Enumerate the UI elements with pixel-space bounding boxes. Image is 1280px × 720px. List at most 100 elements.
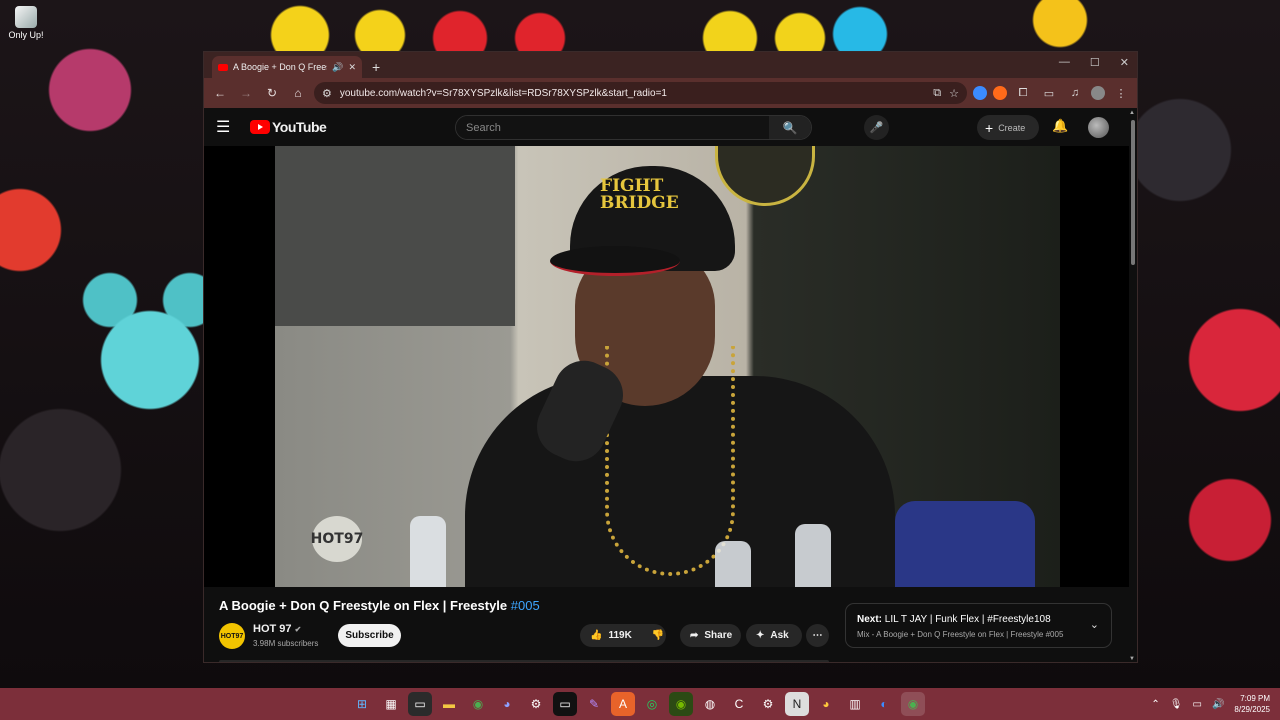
- video-water-bottle: [410, 516, 446, 587]
- display-tray-icon[interactable]: ▭: [1193, 699, 1202, 710]
- create-button[interactable]: + Create: [977, 115, 1039, 140]
- clock[interactable]: 7:09 PM 8/29/2025: [1234, 693, 1270, 715]
- chrome-icon[interactable]: ◉: [466, 692, 490, 716]
- media-app-icon[interactable]: ▭: [553, 692, 577, 716]
- more-actions-button[interactable]: ⋯: [806, 624, 829, 647]
- forward-button[interactable]: →: [236, 86, 256, 100]
- scroll-down-icon[interactable]: ▼: [1129, 656, 1135, 662]
- discord-alt-icon[interactable]: ◕: [814, 692, 838, 716]
- next-video-card[interactable]: Next: LIL T JAY | Funk Flex | #Freestyle…: [845, 603, 1112, 648]
- like-count[interactable]: 119K: [608, 630, 631, 641]
- terminal-icon[interactable]: ▭: [408, 692, 432, 716]
- create-label: Create: [998, 122, 1026, 133]
- video-water-bottle: [715, 541, 751, 587]
- close-icon[interactable]: ✕: [1120, 56, 1129, 69]
- side-panel-icon[interactable]: ▭: [1039, 87, 1059, 100]
- tab-title: A Boogie + Don Q Freestyle: [233, 62, 327, 72]
- menu-hamburger-icon[interactable]: ☰: [216, 117, 240, 137]
- next-video-title-line: Next: LIL T JAY | Funk Flex | #Freestyle…: [857, 614, 1051, 625]
- description-preview-bar[interactable]: [219, 660, 829, 662]
- youtube-logo[interactable]: YouTube: [250, 119, 327, 135]
- tab-close-icon[interactable]: ✕: [348, 62, 356, 73]
- microphone-tray-icon[interactable]: 🎙: [1170, 699, 1183, 710]
- speaker-icon[interactable]: 🔊: [332, 62, 343, 73]
- youtube-play-icon: [250, 120, 270, 134]
- desktop-icon-only-up[interactable]: Only Up!: [6, 6, 46, 40]
- dislike-icon[interactable]: 👎: [652, 630, 664, 641]
- ccleaner-icon[interactable]: C: [727, 692, 751, 716]
- file-explorer-icon[interactable]: ▬: [437, 692, 461, 716]
- volume-icon[interactable]: 🔊: [1212, 699, 1224, 710]
- subscribe-button[interactable]: Subscribe: [338, 624, 401, 647]
- channel-avatar[interactable]: HOT97: [219, 623, 245, 649]
- maximize-icon[interactable]: ☐: [1090, 56, 1100, 69]
- steam-icon[interactable]: ⚙: [524, 692, 548, 716]
- system-tray: ⌃ 🎙 ▭ 🔊 7:09 PM 8/29/2025: [1151, 688, 1270, 720]
- like-icon[interactable]: 👍: [590, 630, 602, 641]
- video-cap-brim: [550, 246, 680, 276]
- reload-button[interactable]: ↻: [262, 86, 282, 100]
- sparkle-icon: ✦: [756, 630, 765, 641]
- address-bar[interactable]: ⚙ youtube.com/watch?v=Sr78XYSPzlk&list=R…: [314, 82, 967, 104]
- video-player[interactable]: FIGHT BRIDGE HOT97: [204, 146, 1131, 587]
- window-controls: — ☐ ✕: [1059, 56, 1129, 69]
- install-app-icon[interactable]: ⧉: [933, 87, 941, 100]
- video-background-wall: [275, 146, 515, 326]
- bing-icon[interactable]: ◐: [872, 692, 896, 716]
- chrome-active-icon[interactable]: ◉: [901, 692, 925, 716]
- like-dislike-group: 👍 119K 👎: [580, 624, 666, 647]
- new-tab-button[interactable]: +: [372, 59, 380, 75]
- url-text[interactable]: youtube.com/watch?v=Sr78XYSPzlk&list=RDS…: [340, 88, 925, 99]
- video-title-hashtag[interactable]: #005: [511, 598, 540, 613]
- voice-search-button[interactable]: 🎤: [864, 115, 889, 140]
- channel-name-text[interactable]: HOT 97: [253, 623, 292, 635]
- page-scrollbar[interactable]: ▲ ▼: [1129, 108, 1137, 662]
- office-app-icon[interactable]: A: [611, 692, 635, 716]
- back-button[interactable]: ←: [210, 86, 230, 100]
- scrollbar-thumb[interactable]: [1131, 120, 1135, 265]
- extensions-puzzle-icon[interactable]: ⧠: [1013, 87, 1033, 100]
- profile-avatar[interactable]: [1091, 86, 1105, 100]
- search-input[interactable]: [456, 116, 769, 139]
- scroll-up-icon[interactable]: ▲: [1129, 110, 1135, 116]
- chevron-down-icon[interactable]: ⌄: [1090, 618, 1099, 631]
- notifications-bell-icon[interactable]: 🔔: [1052, 118, 1068, 134]
- ask-button[interactable]: ✦ Ask: [746, 624, 802, 647]
- cap-logo-text: FIGHT BRIDGE: [600, 176, 679, 213]
- youtube-favicon-icon: [218, 63, 228, 71]
- gallery-icon[interactable]: ▦: [379, 692, 403, 716]
- share-button[interactable]: ➦ Share: [680, 624, 741, 647]
- home-button[interactable]: ⌂: [288, 86, 308, 100]
- browser-window: A Boogie + Don Q Freestyle 🔊 ✕ + — ☐ ✕ ←…: [203, 51, 1138, 663]
- hot97-watermark: HOT97: [311, 516, 363, 562]
- feather-app-icon[interactable]: ✎: [582, 692, 606, 716]
- github-icon[interactable]: ◍: [698, 692, 722, 716]
- next-video-title: LIL T JAY | Funk Flex | #Freestyle108: [884, 614, 1051, 625]
- discord-icon[interactable]: ◕: [495, 692, 519, 716]
- extension-blue-icon[interactable]: [973, 86, 987, 100]
- desktop-icon-label: Only Up!: [8, 30, 44, 40]
- browser-menu-icon[interactable]: ⋮: [1111, 87, 1131, 100]
- bookmark-star-icon[interactable]: ☆: [949, 87, 959, 100]
- start-windows-icon[interactable]: ⊞: [350, 692, 374, 716]
- browser-tab[interactable]: A Boogie + Don Q Freestyle 🔊 ✕: [212, 56, 362, 78]
- extension-orange-icon[interactable]: [993, 86, 1007, 100]
- tab-strip: A Boogie + Don Q Freestyle 🔊 ✕ + — ☐ ✕: [204, 52, 1137, 78]
- microphone-icon: 🎤: [869, 122, 884, 134]
- tray-chevron-up-icon[interactable]: ⌃: [1151, 699, 1159, 710]
- account-avatar[interactable]: [1088, 117, 1109, 138]
- settings-app-icon[interactable]: ⚙: [756, 692, 780, 716]
- video-frame[interactable]: FIGHT BRIDGE HOT97: [275, 146, 1060, 587]
- minimize-icon[interactable]: —: [1059, 56, 1070, 69]
- channel-name[interactable]: HOT 97 ✔: [253, 623, 301, 635]
- search-button[interactable]: 🔍: [769, 116, 811, 139]
- browser-toolbar: ← → ↻ ⌂ ⚙ youtube.com/watch?v=Sr78XYSPzl…: [204, 78, 1137, 108]
- media-controls-icon[interactable]: ♫: [1065, 87, 1085, 99]
- youtube-logo-text: YouTube: [272, 119, 327, 135]
- spotify-icon[interactable]: ◎: [640, 692, 664, 716]
- video-background-sign: [715, 146, 815, 206]
- site-info-icon[interactable]: ⚙: [322, 87, 332, 100]
- notepad-icon[interactable]: N: [785, 692, 809, 716]
- task-manager-icon[interactable]: ▥: [843, 692, 867, 716]
- nvidia-icon[interactable]: ◉: [669, 692, 693, 716]
